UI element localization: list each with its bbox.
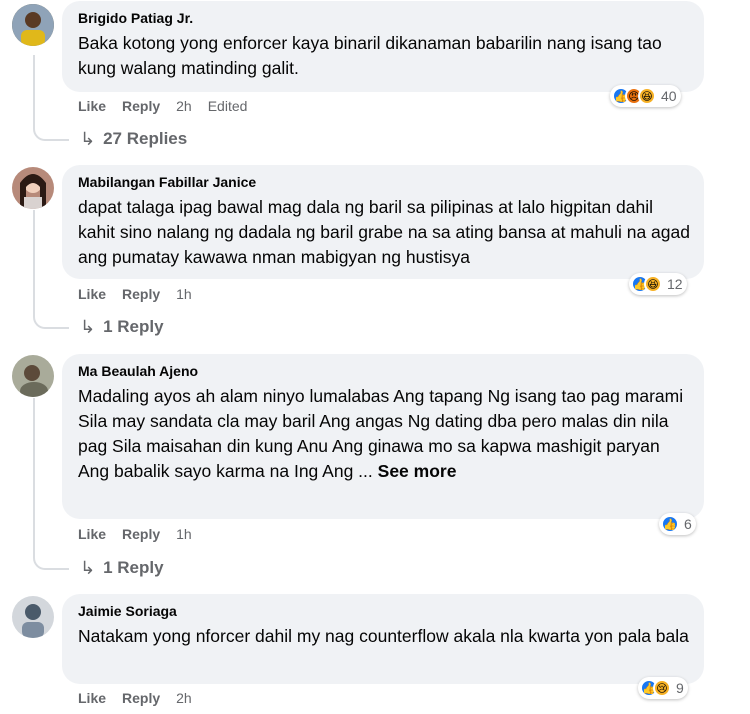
like-button[interactable]: Like [78,97,106,115]
reaction-count: 6 [684,516,692,532]
comment-text: Madaling ayos ah alam ninyo lumalabas An… [78,384,690,484]
comment-bubble: Mabilangan Fabillar Janice dapat talaga … [62,165,704,279]
like-icon: 👍 [661,515,679,533]
replies-label: 27 Replies [103,129,188,148]
reply-button[interactable]: Reply [122,97,160,115]
reaction-count: 40 [661,88,677,104]
reaction-summary[interactable]: 👍 😠 😆 40 [610,85,681,107]
like-button[interactable]: Like [78,285,106,303]
comment-bubble: Brigido Patiag Jr. Baka kotong yong enfo… [62,1,704,92]
comment-timestamp[interactable]: 2h [176,689,192,707]
reply-button[interactable]: Reply [122,689,160,707]
view-replies-button[interactable]: ↳ 27 Replies [80,128,187,150]
comment-bubble: Jaimie Soriaga Natakam yong nforcer dahi… [62,594,704,684]
comment-author[interactable]: Ma Beaulah Ajeno [78,362,690,380]
reaction-summary[interactable]: 👍 6 [659,513,696,535]
comment-text: Baka kotong yong enforcer kaya binaril d… [78,33,662,78]
haha-icon: 😆 [638,87,656,105]
comment-text: dapat talaga ipag bawal mag dala ng bari… [78,197,690,267]
view-replies-button[interactable]: ↳ 1 Reply [80,316,164,338]
see-more-link[interactable]: See more [378,461,457,481]
reply-arrow-icon: ↳ [80,317,96,337]
avatar[interactable] [12,4,54,46]
comment-bubble: Ma Beaulah Ajeno Madaling ayos ah alam n… [62,354,704,519]
reaction-summary[interactable]: 👍 😢 9 [638,677,688,699]
reaction-count: 12 [667,276,683,292]
comment-author[interactable]: Brigido Patiag Jr. [78,9,690,27]
like-button[interactable]: Like [78,689,106,707]
avatar[interactable] [12,355,54,397]
reply-arrow-icon: ↳ [80,129,96,149]
comment-author[interactable]: Mabilangan Fabillar Janice [78,173,690,191]
replies-label: 1 Reply [103,317,164,336]
avatar[interactable] [12,596,54,638]
haha-icon: 😆 [644,275,662,293]
comment-actions: Like Reply 1h [78,285,208,303]
reply-arrow-icon: ↳ [80,558,96,578]
comment-text: Natakam yong nforcer dahil my nag counte… [78,626,689,646]
comment-timestamp[interactable]: 2h [176,97,192,115]
reply-button[interactable]: Reply [122,285,160,303]
comment-actions: Like Reply 1h [78,525,208,543]
reaction-count: 9 [676,680,684,696]
reaction-summary[interactable]: 👍 😆 12 [629,273,687,295]
comment-actions: Like Reply 2h Edited [78,97,263,115]
comment-timestamp[interactable]: 1h [176,525,192,543]
comment-author[interactable]: Jaimie Soriaga [78,602,690,620]
avatar[interactable] [12,167,54,209]
reply-button[interactable]: Reply [122,525,160,543]
view-replies-button[interactable]: ↳ 1 Reply [80,557,164,579]
edited-label: Edited [207,98,248,114]
replies-label: 1 Reply [103,558,164,577]
comment-timestamp[interactable]: 1h [176,285,192,303]
sad-icon: 😢 [653,679,671,697]
comment-actions: Like Reply 2h [78,689,208,707]
like-button[interactable]: Like [78,525,106,543]
